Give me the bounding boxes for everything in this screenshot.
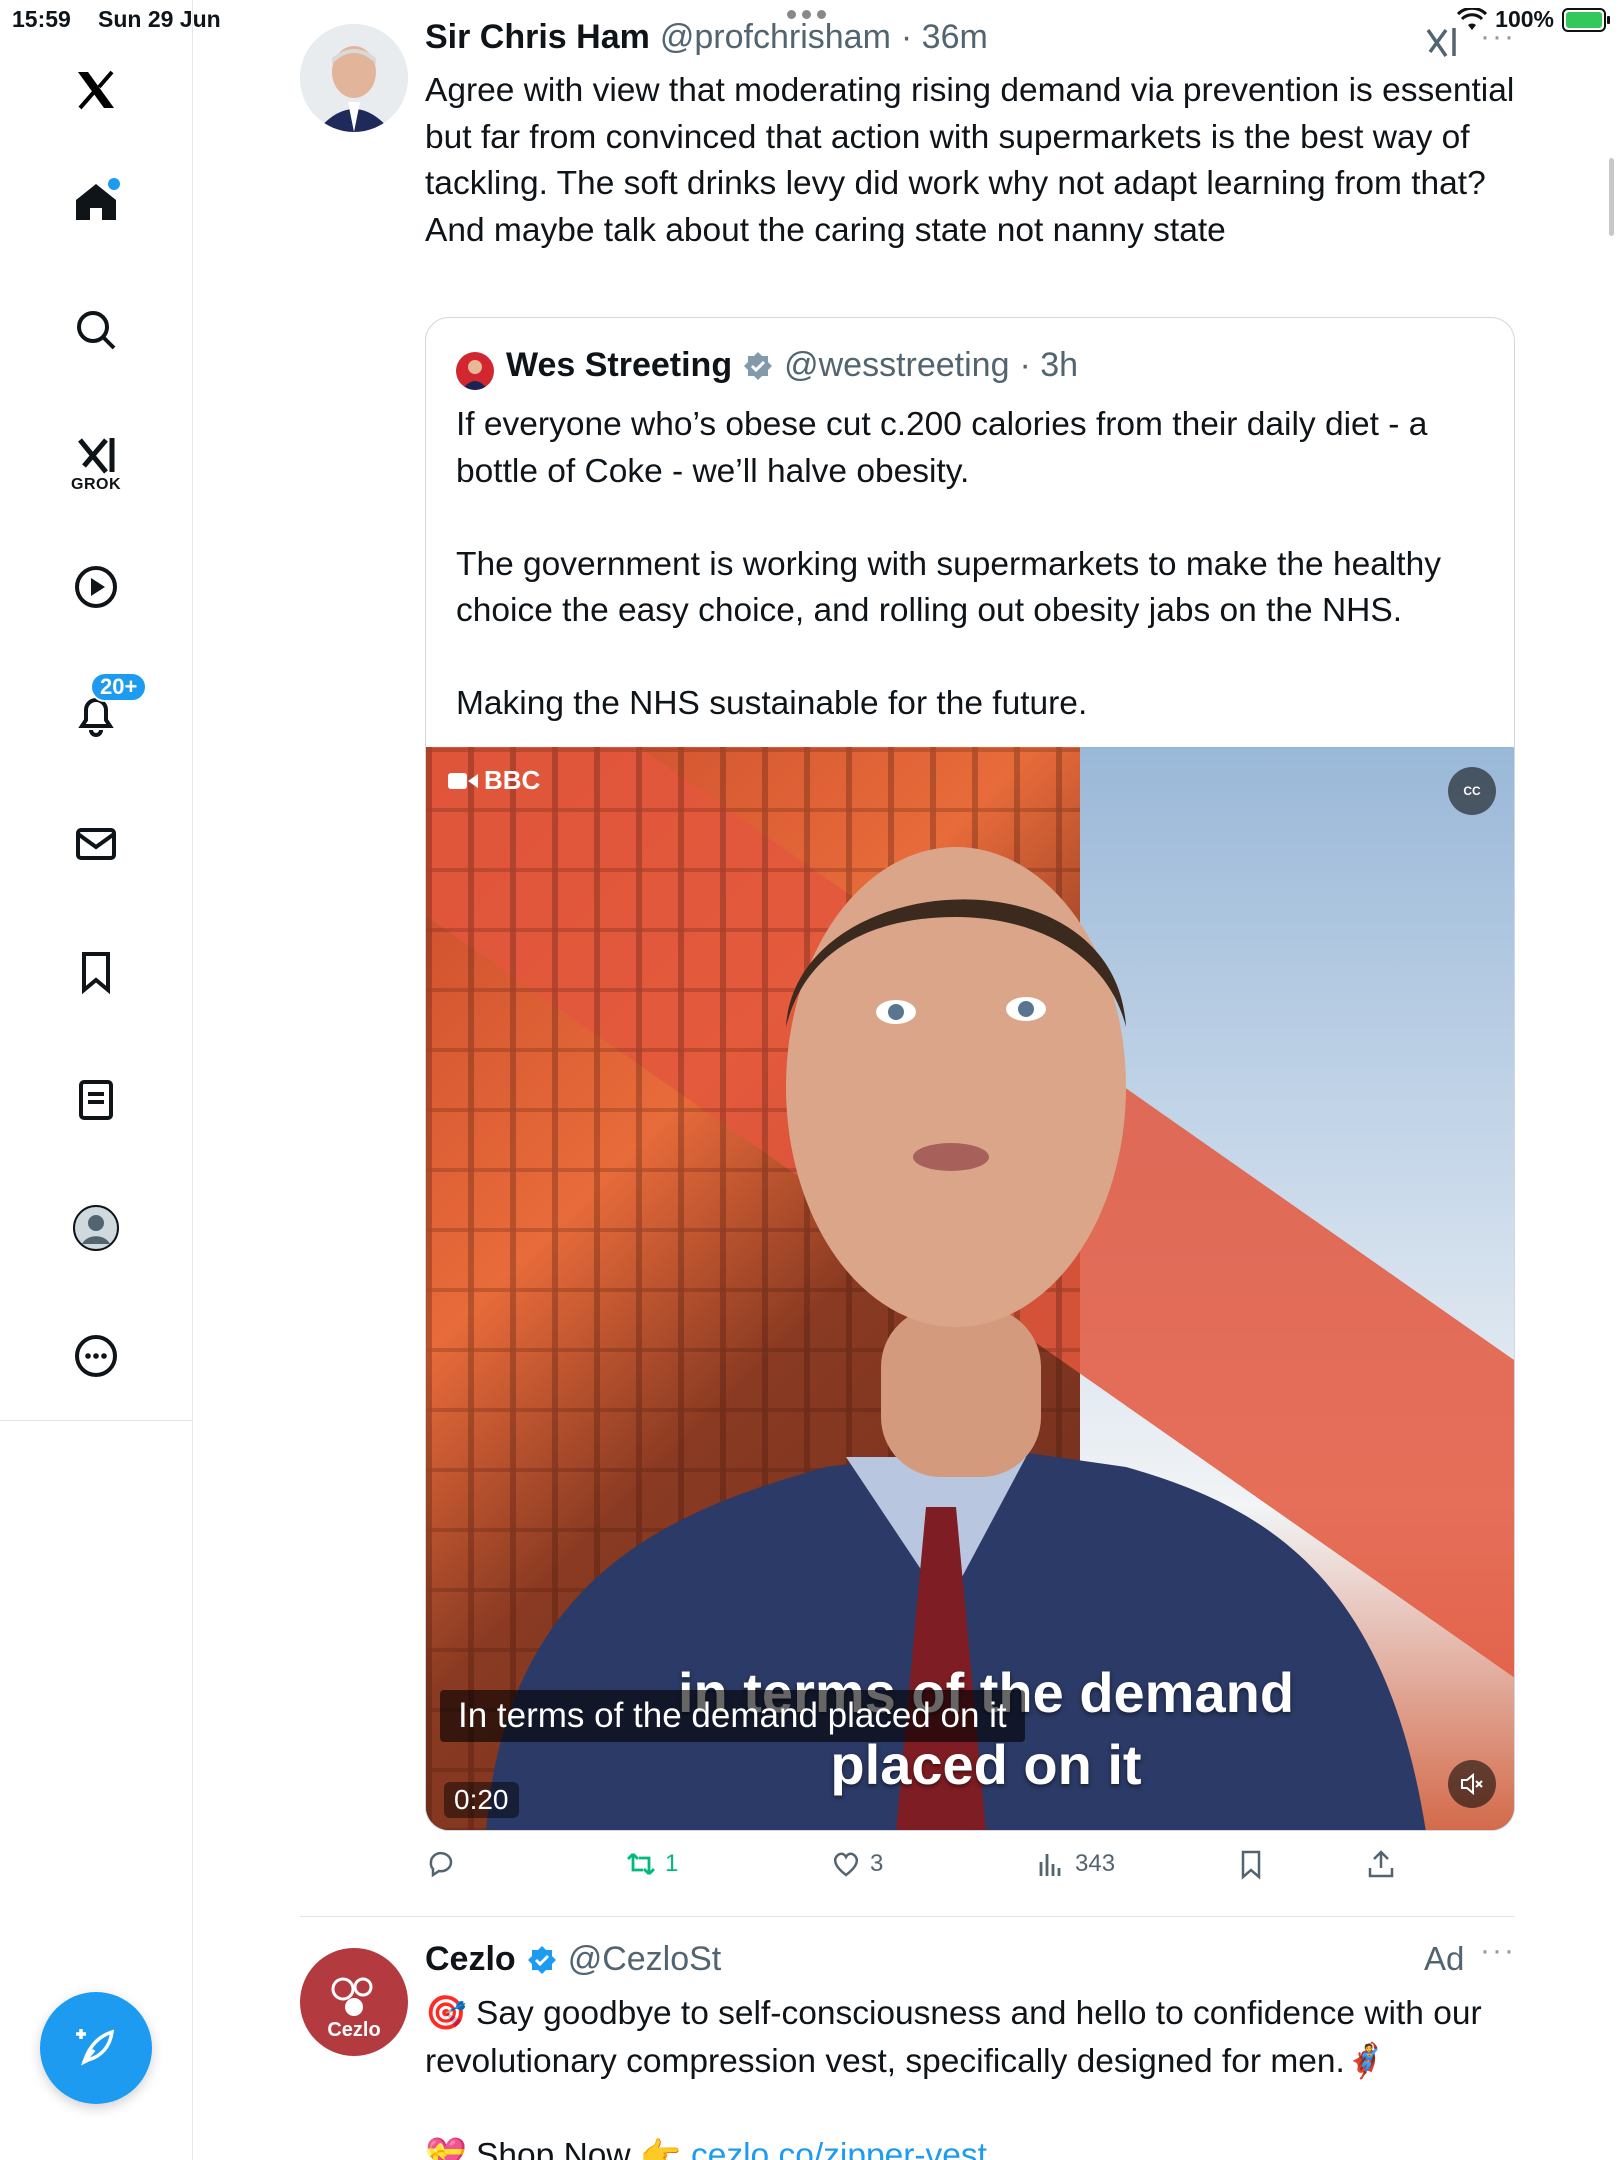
battery-icon xyxy=(1562,7,1610,32)
author-handle[interactable]: @profchrisham xyxy=(660,18,891,57)
author-name[interactable]: Sir Chris Ham xyxy=(425,18,650,57)
quoted-tweet-time: · 3h xyxy=(1019,346,1079,384)
quoted-paragraph: The government is working with supermark… xyxy=(456,545,1441,630)
video-elapsed-time: 0:20 xyxy=(444,1782,519,1818)
sidebar-item-profile[interactable] xyxy=(62,1194,130,1262)
sidebar-item-grok[interactable]: GROK xyxy=(62,422,130,493)
bbc-label: BBC xyxy=(484,765,541,795)
like-count: 3 xyxy=(870,1850,884,1877)
tweet-text: Agree with view that moderating rising d… xyxy=(425,72,1515,249)
quoted-author-name: Wes Streeting xyxy=(506,346,733,384)
compose-button[interactable] xyxy=(40,1992,152,2104)
sidebar-item-more[interactable] xyxy=(62,1322,130,1390)
new-posts-dot xyxy=(108,178,120,190)
x-logo-icon[interactable] xyxy=(62,56,130,124)
cezlo-logo-icon xyxy=(331,1977,373,2016)
sidebar: GROK 20+ xyxy=(0,0,193,2160)
play-icon xyxy=(75,566,117,608)
ad-line-1: Say goodbye to self-consciousness and he… xyxy=(425,1995,1482,2080)
verified-badge-icon xyxy=(527,1945,556,1974)
heart-icon xyxy=(833,1852,859,1877)
share-button[interactable] xyxy=(1365,1848,1397,1880)
more-circle-icon xyxy=(75,1335,117,1377)
bookmark-button[interactable] xyxy=(1235,1848,1267,1880)
tweet-more-icon[interactable]: ··· xyxy=(1480,20,1516,54)
compose-feather-icon xyxy=(76,2029,115,2066)
quoted-paragraph: Making the NHS sustainable for the futur… xyxy=(456,685,1088,722)
sidebar-item-notifications[interactable]: 20+ xyxy=(62,672,148,748)
retweet-count: 1 xyxy=(665,1850,679,1877)
grok-label: GROK xyxy=(71,476,121,493)
list-icon xyxy=(79,1080,113,1120)
quoted-author-avatar xyxy=(456,352,494,390)
sidebar-item-home[interactable] xyxy=(62,168,130,236)
views-button[interactable]: 343 xyxy=(1035,1848,1115,1880)
sidebar-item-explore[interactable] xyxy=(62,296,130,364)
bookmark-icon xyxy=(82,952,110,995)
ad-header: Cezlo @CezloSt xyxy=(425,1940,721,1979)
ad-avatar-label: Cezlo xyxy=(327,2019,381,2041)
reply-button[interactable] xyxy=(425,1848,465,1880)
grok-icon xyxy=(78,438,115,474)
search-icon xyxy=(77,311,116,350)
video-player[interactable]: BBC CC in terms of the demand placed on … xyxy=(426,747,1514,1830)
tweet-divider xyxy=(300,1916,1515,1917)
retweet-button[interactable]: 1 xyxy=(625,1848,678,1880)
ad-author-handle[interactable]: @CezloSt xyxy=(568,1940,722,1979)
target-emoji-icon: 🎯 xyxy=(425,1993,467,2032)
like-button[interactable]: 3 xyxy=(830,1848,883,1880)
avatar-icon xyxy=(73,1205,119,1251)
sidebar-item-lists[interactable] xyxy=(62,1066,130,1134)
captions-button[interactable]: CC xyxy=(1448,767,1496,815)
ad-label: Ad xyxy=(1424,1940,1465,1977)
bookmark-icon xyxy=(1241,1850,1261,1880)
ad-text: 🎯 Say goodbye to self-consciousness and … xyxy=(425,1990,1525,2160)
mute-button[interactable] xyxy=(1448,1760,1496,1808)
sidebar-item-bookmarks[interactable] xyxy=(62,938,130,1006)
gift-heart-emoji-icon: 💝 xyxy=(425,2134,467,2160)
sidebar-divider xyxy=(0,1420,192,1421)
sidebar-item-video[interactable] xyxy=(62,553,130,621)
tweet-header: Sir Chris Ham @profchrisham · 36m xyxy=(425,18,988,57)
reply-icon xyxy=(429,1851,453,1878)
tweet-time[interactable]: · 36m xyxy=(901,18,988,57)
quoted-author-handle: @wesstreeting xyxy=(784,346,1010,384)
quoted-header: Wes Streeting @wesstreeting · 3h xyxy=(506,346,1078,385)
envelope-icon xyxy=(76,828,116,860)
sidebar-item-messages[interactable] xyxy=(62,810,130,878)
bbc-badge: BBC xyxy=(448,765,540,796)
verified-badge-icon xyxy=(744,351,773,380)
notification-badge: 20+ xyxy=(90,672,148,702)
scrollbar-thumb[interactable] xyxy=(1609,158,1614,236)
quoted-paragraph: If everyone who’s obese cut c.200 calori… xyxy=(456,406,1428,490)
ad-more-icon[interactable]: ··· xyxy=(1480,1934,1516,1968)
view-count: 343 xyxy=(1075,1850,1116,1877)
ad-author-name[interactable]: Cezlo xyxy=(425,1940,516,1979)
ad-author-avatar[interactable]: Cezlo xyxy=(300,1948,408,2056)
superhero-emoji-icon: 🦸 xyxy=(1344,2040,1387,2080)
quoted-tweet[interactable]: Wes Streeting @wesstreeting · 3h If ever… xyxy=(425,317,1515,1831)
retweet-icon xyxy=(627,1853,655,1875)
pointing-hand-emoji-icon: 👉 xyxy=(639,2134,682,2160)
ad-link[interactable]: cezlo.co/zipper-vest xyxy=(691,2137,987,2160)
author-avatar[interactable] xyxy=(300,24,408,132)
share-icon xyxy=(1368,1850,1394,1878)
video-camera-icon xyxy=(448,772,478,789)
tweet-action-bar: 1 3 343 xyxy=(425,1848,1515,1888)
analytics-icon xyxy=(1039,1854,1061,1876)
closed-caption: In terms of the demand placed on it xyxy=(440,1690,1025,1742)
speaker-muted-icon xyxy=(1461,1772,1483,1796)
grok-shortcut-icon[interactable] xyxy=(1424,24,1460,60)
quoted-tweet-text: If everyone who’s obese cut c.200 calori… xyxy=(456,402,1486,728)
shop-now-text: Shop Now xyxy=(476,2136,631,2160)
